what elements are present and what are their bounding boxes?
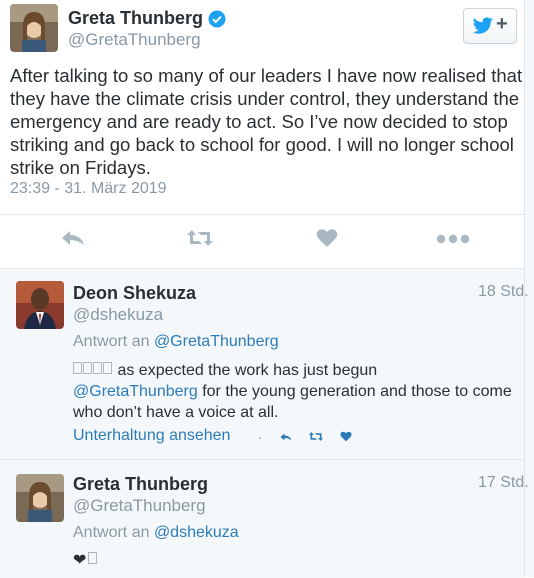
reply-body: as expected the work has just begun @Gret… — [73, 360, 518, 423]
reply-to-line: Antwort an @dshekuza — [73, 524, 239, 542]
author-name[interactable]: Greta Thunberg — [68, 8, 203, 29]
reply-to-line: Antwort an @GretaThunberg — [73, 333, 279, 351]
reply-body: ❤ — [73, 550, 518, 571]
retweet-icon[interactable] — [308, 431, 324, 442]
deon-avatar[interactable] — [16, 281, 64, 329]
reply-author-handle[interactable]: @GretaThunberg — [73, 496, 206, 516]
separator-dot: · — [258, 429, 263, 445]
reply-author-name[interactable]: Deon Shekuza — [73, 283, 196, 304]
reply-body-mention[interactable]: @GretaThunberg — [73, 383, 198, 400]
reply-tweet-deon[interactable]: Deon Shekuza @dshekuza 18 Std. Antwort a… — [0, 268, 529, 459]
reply-author-name[interactable]: Greta Thunberg — [73, 474, 208, 495]
tweet-text: After talking to so many of our leaders … — [10, 65, 523, 178]
follow-plus: + — [496, 13, 508, 35]
follow-button[interactable]: + — [463, 8, 517, 44]
author-handle[interactable]: @GretaThunberg — [68, 30, 201, 50]
reply-to-mention[interactable]: @GretaThunberg — [154, 333, 279, 350]
more-options-icon[interactable] — [436, 234, 470, 244]
reply-to-mention[interactable]: @dshekuza — [154, 524, 239, 541]
reply-body-text: as expected the work has just begun — [117, 362, 378, 379]
like-heart-icon[interactable] — [340, 431, 352, 442]
reply-actions: · — [258, 429, 352, 445]
twitter-bird-icon — [472, 17, 493, 34]
verified-badge-icon — [208, 10, 226, 28]
tweet-timestamp[interactable]: 23:39 - 31. März 2019 — [10, 180, 167, 198]
greta-avatar[interactable] — [16, 474, 64, 522]
reply-tweet-greta[interactable]: Greta Thunberg @GretaThunberg 17 Std. An… — [0, 459, 529, 578]
main-tweet: Greta Thunberg @GretaThunberg + After ta… — [0, 0, 525, 268]
greta-avatar[interactable] — [10, 4, 58, 52]
reply-to-prefix: Antwort an — [73, 524, 150, 541]
like-heart-icon[interactable] — [316, 228, 338, 248]
retweet-icon[interactable] — [186, 228, 214, 248]
view-conversation-link[interactable]: Unterhaltung ansehen — [73, 427, 230, 445]
heart-emoji: ❤ — [73, 552, 87, 569]
reply-icon[interactable] — [279, 432, 293, 442]
reply-to-prefix: Antwort an — [73, 333, 150, 350]
reply-time[interactable]: 18 Std. — [478, 283, 529, 301]
reply-author-handle[interactable]: @dshekuza — [73, 305, 163, 325]
reply-time[interactable]: 17 Std. — [478, 474, 529, 492]
divider — [0, 214, 524, 215]
reply-icon[interactable] — [60, 228, 86, 248]
